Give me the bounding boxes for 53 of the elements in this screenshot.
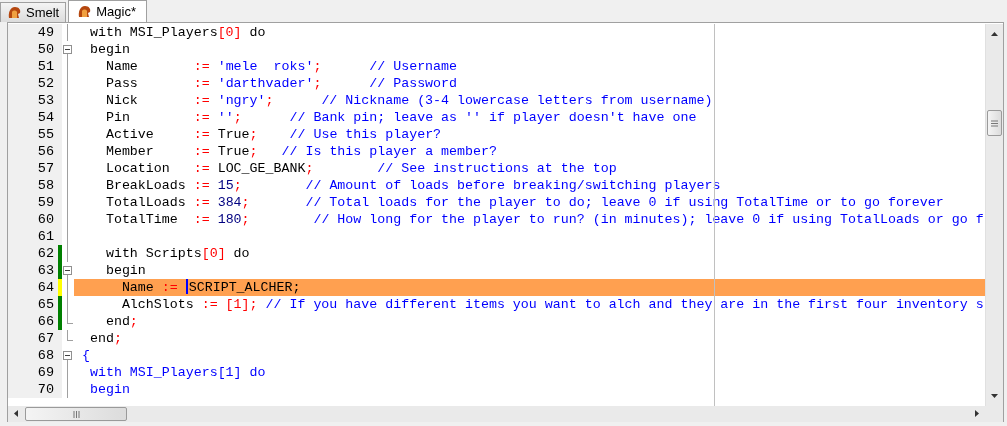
line-number: 55	[8, 126, 58, 143]
scroll-right-icon[interactable]	[975, 410, 979, 417]
line-number: 68	[8, 347, 58, 364]
code-line: Nick := 'ngry'; // Nickname (3-4 lowercase letters from username)	[104, 92, 714, 109]
line-number: 63	[8, 262, 58, 279]
scroll-left-icon[interactable]	[14, 410, 18, 417]
scrollbar-thumb[interactable]	[25, 407, 127, 421]
code-line: Pin := ''; // Bank pin; leave as '' if player doesn't have one	[104, 109, 698, 126]
code-line: AlchSlots := [1]; // If you have different items you want to alch and they are in the first four inventory s	[120, 296, 985, 313]
code-line: with MSI_Players[0] do	[88, 24, 267, 41]
line-number: 58	[8, 177, 58, 194]
tab[interactable]: Magic*	[68, 0, 147, 22]
line-number: 67	[8, 330, 58, 347]
code-line: {	[80, 347, 91, 364]
line-number: 56	[8, 143, 58, 160]
line-number: 62	[8, 245, 58, 262]
line-number: 65	[8, 296, 58, 313]
line-number: 51	[8, 58, 58, 75]
line-number: 59	[8, 194, 58, 211]
line-number: 61	[8, 228, 58, 245]
code-line: with Scripts[0] do	[104, 245, 251, 262]
line-number: 66	[8, 313, 58, 330]
code-line: Active := True; // Use this player?	[104, 126, 443, 143]
code-line: with MSI_Players[1] do	[88, 364, 267, 381]
scroll-up-icon[interactable]	[991, 32, 998, 36]
vertical-scrollbar[interactable]	[985, 24, 1003, 406]
code-line: end;	[104, 313, 139, 330]
collapse-button[interactable]	[63, 45, 72, 54]
code-line: Member := True; // Is this player a member?	[104, 143, 498, 160]
code-line: begin	[88, 381, 131, 398]
line-number: 57	[8, 160, 58, 177]
scroll-down-icon[interactable]	[991, 394, 998, 398]
collapse-button[interactable]	[63, 266, 72, 275]
line-number: 50	[8, 41, 58, 58]
line-number: 54	[8, 109, 58, 126]
line-number: 53	[8, 92, 58, 109]
line-number: 52	[8, 75, 58, 92]
code-line: begin	[104, 262, 147, 279]
code-line: end;	[88, 330, 123, 347]
code-line: Location := LOC_GE_BANK; // See instructions at the top	[104, 160, 618, 177]
horizontal-scrollbar[interactable]	[8, 406, 1003, 422]
tab[interactable]: Smelt	[0, 2, 67, 22]
line-number: 64	[8, 279, 58, 296]
line-number: 70	[8, 381, 58, 398]
code-line: begin	[88, 41, 131, 58]
line-number: 69	[8, 364, 58, 381]
line-number: 49	[8, 24, 58, 41]
scrollbar-thumb[interactable]	[987, 110, 1002, 136]
code-line: Pass := 'darthvader'; // Password	[104, 75, 459, 92]
code-line: BreakLoads := 15; // Amount of loads before breaking/switching players	[104, 177, 722, 194]
line-number: 60	[8, 211, 58, 228]
collapse-button[interactable]	[63, 351, 72, 360]
code-line: Name := 'mele roks'; // Username	[104, 58, 459, 75]
